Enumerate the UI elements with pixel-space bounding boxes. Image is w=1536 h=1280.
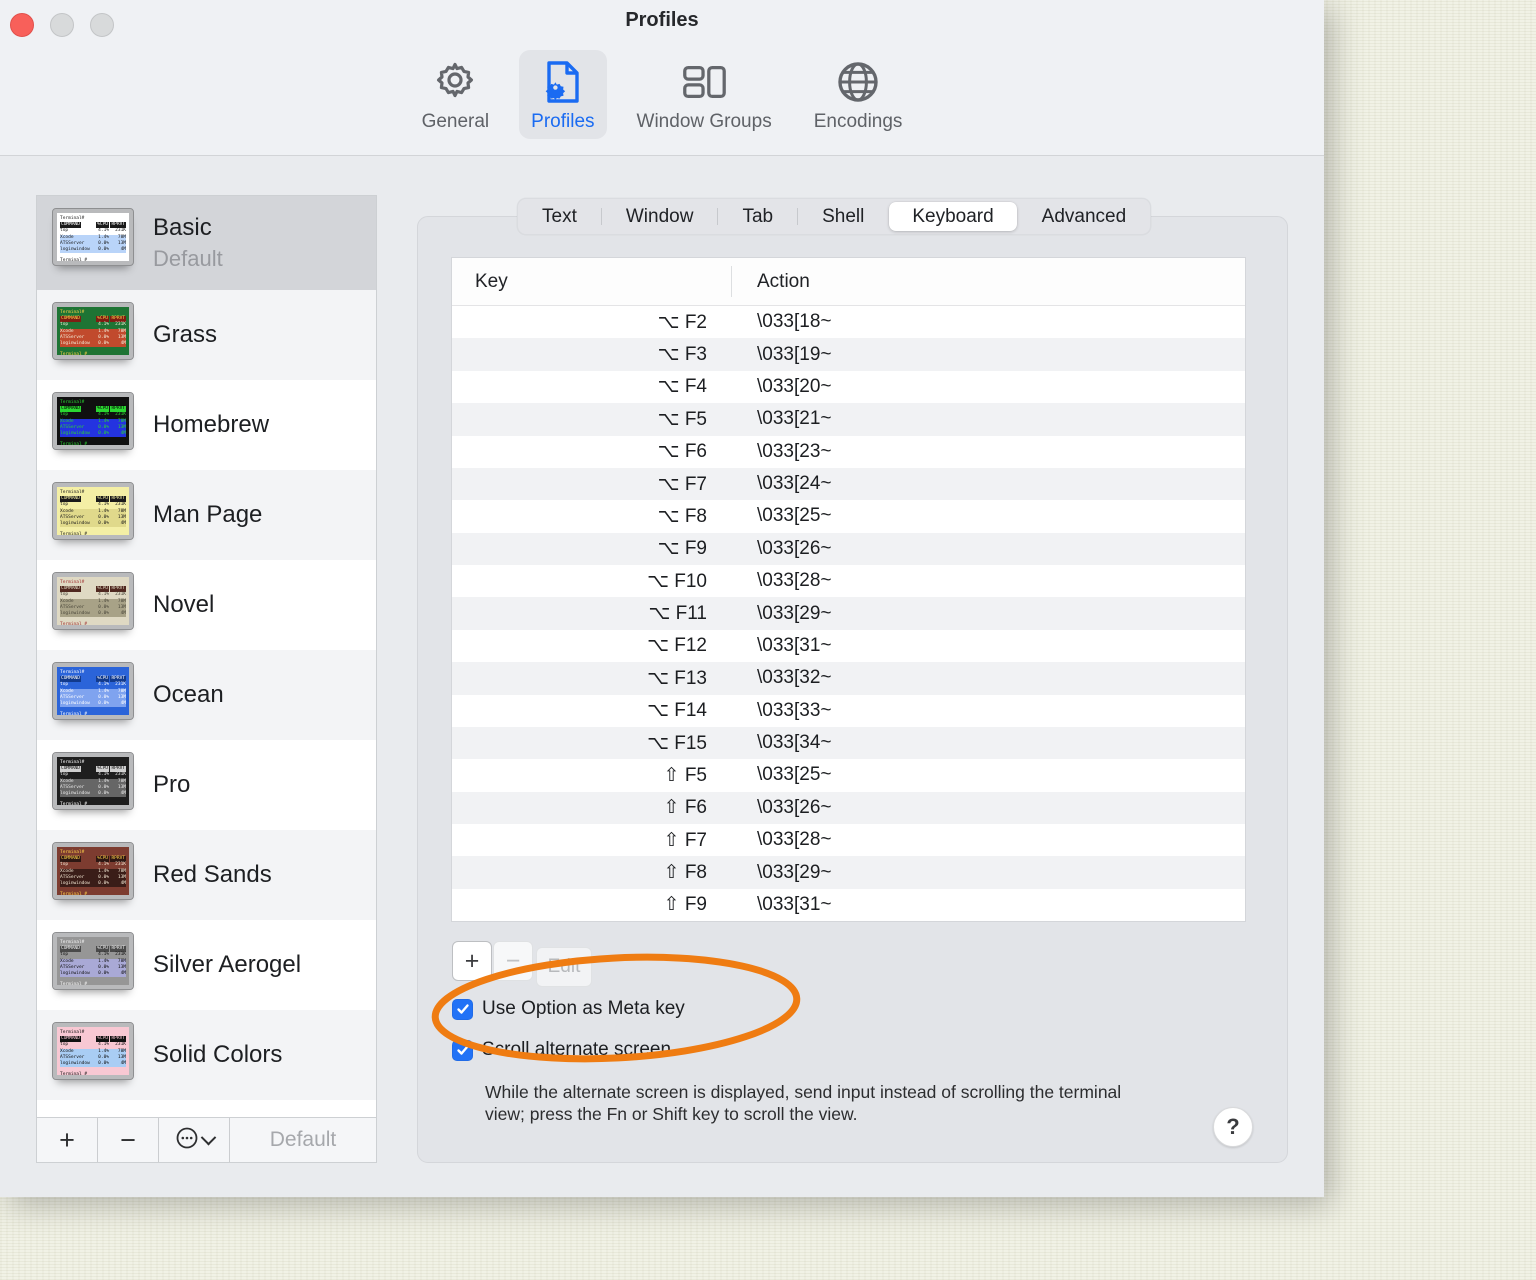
help-button[interactable]: ? <box>1213 1107 1253 1147</box>
profile-list-actions: + − Default <box>37 1117 376 1162</box>
table-row[interactable]: ⌥ F12 \033[31~ <box>452 629 1245 663</box>
column-divider[interactable] <box>731 266 732 297</box>
table-row[interactable]: ⌥ F4 \033[20~ <box>452 370 1245 404</box>
profile-row-solid-colors[interactable]: Terminal# COMMAND %CPU RPRVT top 4.1% 231K Xcod… <box>37 1010 376 1100</box>
key-mapping-table: Key Action ⌥ F2 \033[18~ ⌥ F3 \033[19~ ⌥… <box>452 258 1245 922</box>
profile-thumbnail: Terminal# COMMAND %CPU RPRVT top 4.1% 231K Xcod… <box>52 1022 134 1080</box>
table-row[interactable]: ⌥ F11 \033[29~ <box>452 597 1245 630</box>
use-option-as-meta-checkbox[interactable] <box>452 998 473 1020</box>
profile-thumbnail: Terminal# COMMAND %CPU RPRVT top 4.1% 231K Xcod… <box>52 572 134 630</box>
profile-document-icon <box>540 57 586 107</box>
table-row[interactable]: ⌥ F7 \033[24~ <box>452 467 1245 501</box>
profile-row-pro[interactable]: Terminal# COMMAND %CPU RPRVT top 4.1% 231K Xcod… <box>37 740 376 830</box>
profile-row-red-sands[interactable]: Terminal# COMMAND %CPU RPRVT top 4.1% 231K Xcod… <box>37 830 376 920</box>
tab-divider <box>717 208 719 225</box>
profile-thumbnail: Terminal# COMMAND %CPU RPRVT top 4.1% 231K Xcod… <box>52 752 134 810</box>
table-row[interactable]: ⌥ F15 \033[34~ <box>452 726 1245 760</box>
tab-shell[interactable]: Shell <box>799 202 887 231</box>
default-button[interactable]: Default <box>230 1118 376 1162</box>
profile-thumbnail: Terminal# COMMAND %CPU RPRVT top 4.1% 231K Xcod… <box>52 932 134 990</box>
chevron-down-icon <box>200 1129 216 1145</box>
profile-row-homebrew[interactable]: Terminal# COMMAND %CPU RPRVT top 4.1% 231K Xcod… <box>37 380 376 470</box>
toolbar-item-profiles[interactable]: Profiles <box>519 50 607 139</box>
table-row[interactable]: ⌥ F8 \033[25~ <box>452 500 1245 533</box>
tab-advanced[interactable]: Advanced <box>1019 202 1150 231</box>
table-header: Key Action <box>452 258 1245 306</box>
table-row[interactable]: ⌥ F13 \033[32~ <box>452 662 1245 695</box>
gear-icon <box>431 57 479 107</box>
tab-divider <box>600 208 602 225</box>
add-key-button[interactable]: + <box>452 941 492 981</box>
window-title: Profiles <box>625 9 699 31</box>
table-row[interactable]: ⌥ F14 \033[33~ <box>452 694 1245 727</box>
scroll-alternate-screen-label: Scroll alternate screen <box>482 1039 672 1060</box>
table-row[interactable]: ⌥ F6 \033[23~ <box>452 435 1245 468</box>
table-row[interactable]: ⌥ F2 \033[18~ <box>452 306 1245 339</box>
titlebar-toolbar: Profiles General Profiles Window Groups … <box>0 0 1324 156</box>
toolbar-item-encodings[interactable]: Encodings <box>802 50 915 139</box>
tab-tab[interactable]: Tab <box>719 202 796 231</box>
toolbar: General Profiles Window Groups Encodings <box>0 50 1324 139</box>
tab-text[interactable]: Text <box>519 202 600 231</box>
profile-thumbnail: Terminal# COMMAND %CPU RPRVT top 4.1% 231K Xcod… <box>52 842 134 900</box>
profile-row-ocean[interactable]: Terminal# COMMAND %CPU RPRVT top 4.1% 231K Xcod… <box>37 650 376 740</box>
use-option-as-meta-row: Use Option as Meta key <box>452 998 685 1020</box>
checkmark-icon <box>456 1004 469 1014</box>
alternate-screen-explainer: While the alternate screen is displayed,… <box>485 1082 1122 1124</box>
globe-icon <box>834 57 882 107</box>
profile-row-novel[interactable]: Terminal# COMMAND %CPU RPRVT top 4.1% 231K Xcod… <box>37 560 376 650</box>
toolbar-item-window-groups[interactable]: Window Groups <box>625 50 784 139</box>
window-groups-icon <box>679 57 729 107</box>
key-column-header: Key <box>475 270 508 292</box>
scroll-alternate-screen-checkbox[interactable] <box>452 1039 473 1061</box>
table-row[interactable]: ⇧ F9 \033[31~ <box>452 888 1245 922</box>
table-row[interactable]: ⇧ F6 \033[26~ <box>452 791 1245 824</box>
profile-tabs: Text Window Tab Shell Keyboard Advanced <box>517 198 1152 235</box>
action-column-header: Action <box>757 270 810 292</box>
table-row[interactable]: ⌥ F5 \033[21~ <box>452 403 1245 436</box>
profile-thumbnail: Terminal# COMMAND %CPU RPRVT top 4.1% 231K Xcod… <box>52 208 134 266</box>
ellipsis-circle-icon <box>175 1126 199 1155</box>
table-row[interactable]: ⌥ F9 \033[26~ <box>452 532 1245 565</box>
profile-thumbnail: Terminal# COMMAND %CPU RPRVT top 4.1% 231K Xcod… <box>52 392 134 450</box>
profile-list-panel: Terminal# COMMAND %CPU RPRVT top 4.1% 231K Xcod… <box>36 195 377 1163</box>
profile-actions-menu-button[interactable] <box>159 1118 230 1162</box>
profile-thumbnail: Terminal# COMMAND %CPU RPRVT top 4.1% 231K Xcod… <box>52 302 134 360</box>
edit-key-button[interactable]: Edit <box>536 947 592 987</box>
table-row[interactable]: ⇧ F5 \033[25~ <box>452 759 1245 792</box>
use-option-as-meta-label: Use Option as Meta key <box>482 998 685 1019</box>
add-profile-button[interactable]: + <box>37 1118 98 1162</box>
table-body: ⌥ F2 \033[18~ ⌥ F3 \033[19~ ⌥ F4 \033[20… <box>452 306 1245 922</box>
table-row[interactable]: ⇧ F8 \033[29~ <box>452 856 1245 889</box>
preferences-window: Profiles General Profiles Window Groups … <box>0 0 1324 1197</box>
profile-row-man-page[interactable]: Terminal# COMMAND %CPU RPRVT top 4.1% 231K Xcod… <box>37 470 376 560</box>
tab-divider <box>797 208 799 225</box>
scroll-alternate-screen-row: Scroll alternate screen <box>452 1039 671 1061</box>
tab-window[interactable]: Window <box>603 202 717 231</box>
profile-row-grass[interactable]: Terminal# COMMAND %CPU RPRVT top 4.1% 231K Xcod… <box>37 290 376 380</box>
table-row[interactable]: ⌥ F3 \033[19~ <box>452 338 1245 371</box>
checkmark-icon <box>456 1045 469 1055</box>
profile-thumbnail: Terminal# COMMAND %CPU RPRVT top 4.1% 231K Xcod… <box>52 662 134 720</box>
profile-row-basic[interactable]: Terminal# COMMAND %CPU RPRVT top 4.1% 231K Xcod… <box>37 196 376 290</box>
tab-keyboard[interactable]: Keyboard <box>889 202 1017 231</box>
profile-thumbnail: Terminal# COMMAND %CPU RPRVT top 4.1% 231K Xcod… <box>52 482 134 540</box>
profile-list: Terminal# COMMAND %CPU RPRVT top 4.1% 231K Xcod… <box>37 196 376 1118</box>
remove-key-button[interactable]: − <box>493 941 533 981</box>
table-row[interactable]: ⌥ F10 \033[28~ <box>452 565 1245 598</box>
table-row[interactable]: ⇧ F7 \033[28~ <box>452 824 1245 857</box>
toolbar-item-general[interactable]: General <box>410 50 502 139</box>
profile-row-silver-aerogel[interactable]: Terminal# COMMAND %CPU RPRVT top 4.1% 231K Xcod… <box>37 920 376 1010</box>
remove-profile-button[interactable]: − <box>98 1118 159 1162</box>
